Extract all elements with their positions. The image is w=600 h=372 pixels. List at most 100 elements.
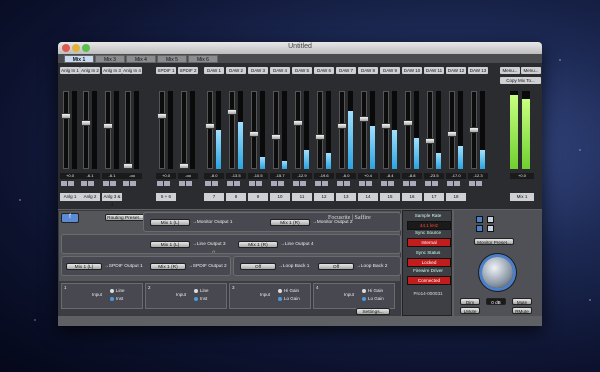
mute-button[interactable] (454, 181, 460, 186)
gain-readout[interactable]: -12.9 (292, 173, 312, 179)
radio-option-1[interactable] (194, 289, 198, 293)
solo-mute-buttons[interactable] (271, 181, 285, 189)
gain-readout[interactable]: -10.5 (248, 173, 268, 179)
solo-mute-buttons[interactable] (315, 181, 329, 189)
mute-button[interactable] (366, 181, 372, 186)
monitor-toggle-4[interactable] (487, 225, 494, 232)
tab-mix-1[interactable]: Mix 1 (64, 55, 94, 63)
fader-thumb[interactable] (403, 119, 413, 126)
mute-button[interactable] (344, 181, 350, 186)
solo-button[interactable] (271, 181, 277, 186)
solo-mute-buttons[interactable] (157, 181, 171, 189)
fader-track[interactable] (63, 91, 69, 169)
fader-thumb[interactable] (381, 123, 391, 130)
route-src-7[interactable]: Off (240, 263, 276, 270)
solo-button[interactable] (469, 181, 475, 186)
mute-button[interactable] (212, 181, 218, 186)
fader-track[interactable] (383, 91, 389, 169)
fader-track[interactable] (295, 91, 301, 169)
mute-button[interactable] (110, 181, 116, 186)
solo-button[interactable] (123, 181, 129, 186)
solo-mute-buttons[interactable] (61, 181, 75, 189)
solo-button[interactable] (337, 181, 343, 186)
mute-button[interactable] (432, 181, 438, 186)
fader-thumb[interactable] (205, 123, 215, 130)
gain-readout[interactable]: +0.0 (156, 173, 176, 179)
settings-button[interactable]: Settings... (356, 308, 390, 315)
solo-mute-buttons[interactable] (293, 181, 307, 189)
route-src-8[interactable]: Off (318, 263, 354, 270)
gain-readout[interactable]: -17.0 (446, 173, 466, 179)
tab-mix-3[interactable]: Mix 3 (95, 55, 125, 63)
solo-mute-buttons[interactable] (249, 181, 263, 189)
fader-thumb[interactable] (469, 127, 479, 133)
fader-track[interactable] (83, 91, 89, 169)
mute-button[interactable] (322, 181, 328, 186)
mute-button[interactable] (164, 181, 170, 186)
mute-button[interactable] (68, 181, 74, 186)
solo-mute-buttons[interactable] (337, 181, 351, 189)
mute-button[interactable] (300, 181, 306, 186)
radio-option-2[interactable] (362, 297, 366, 301)
gain-readout[interactable]: -8.8 (402, 173, 422, 179)
gain-readout[interactable]: -15.7 (270, 173, 290, 179)
gain-readout[interactable]: -6.0 (336, 173, 356, 179)
fader-thumb[interactable] (293, 119, 303, 126)
solo-button[interactable] (103, 181, 109, 186)
route-src-4[interactable]: Mix 1 (R) (238, 241, 278, 248)
fader-thumb[interactable] (81, 119, 91, 126)
fader-thumb[interactable] (337, 123, 347, 130)
radio-option-1[interactable] (362, 289, 366, 293)
solo-mute-buttons[interactable] (81, 181, 95, 189)
solo-mute-buttons[interactable] (403, 181, 417, 189)
solo-button[interactable] (315, 181, 321, 186)
fader-thumb[interactable] (179, 163, 189, 169)
fader-track[interactable] (181, 91, 187, 169)
solo-button[interactable] (425, 181, 431, 186)
fader-track[interactable] (427, 91, 433, 169)
fader-thumb[interactable] (249, 130, 259, 137)
solo-button[interactable] (227, 181, 233, 186)
gain-readout[interactable]: -19.6 (314, 173, 334, 179)
mute-button[interactable] (410, 181, 416, 186)
mute-button[interactable] (388, 181, 394, 186)
fader-track[interactable] (317, 91, 323, 169)
fader-track[interactable] (339, 91, 345, 169)
fader-track[interactable] (361, 91, 367, 169)
mute-button[interactable] (278, 181, 284, 186)
solo-mute-buttons[interactable] (381, 181, 395, 189)
route-src-2[interactable]: Mix 1 (R) (270, 219, 310, 226)
fader-thumb[interactable] (271, 134, 281, 141)
fader-track[interactable] (405, 91, 411, 169)
mute-button[interactable] (234, 181, 240, 186)
monitor-toggle-3[interactable] (487, 216, 494, 223)
gain-readout[interactable]: -13.5 (226, 173, 246, 179)
gain-readout[interactable]: -6.1 (102, 173, 122, 179)
solo-button[interactable] (179, 181, 185, 186)
radio-option-1[interactable] (278, 289, 282, 293)
radio-option-2[interactable] (278, 297, 282, 301)
solo-mute-buttons[interactable] (425, 181, 439, 189)
gain-readout[interactable]: +0.0 (60, 173, 80, 179)
fader-track[interactable] (273, 91, 279, 169)
fader-thumb[interactable] (157, 112, 167, 119)
solo-mute-buttons[interactable] (205, 181, 219, 189)
gain-readout[interactable]: -oo (178, 173, 198, 179)
radio-option-1[interactable] (110, 289, 114, 293)
gain-readout[interactable]: -oo (122, 173, 142, 179)
route-src-5[interactable]: Mix 1 (L) (66, 263, 102, 270)
monitor-toggle-2[interactable] (476, 225, 483, 232)
solo-button[interactable] (447, 181, 453, 186)
mute-button[interactable] (88, 181, 94, 186)
right-mute-button[interactable]: RMute (512, 307, 532, 314)
sync-source-value[interactable]: Internal (407, 238, 451, 247)
fader-track[interactable] (159, 91, 165, 169)
solo-mute-buttons[interactable] (123, 181, 137, 189)
fader-thumb[interactable] (359, 116, 369, 123)
mute-button[interactable] (186, 181, 192, 186)
fader-track[interactable] (125, 91, 131, 169)
mute-button[interactable]: Mute (512, 298, 532, 305)
route-src-6[interactable]: Mix 1 (R) (150, 263, 186, 270)
radio-option-2[interactable] (110, 297, 114, 301)
monitor-preset-button[interactable]: Monitor Preset... (474, 238, 514, 245)
